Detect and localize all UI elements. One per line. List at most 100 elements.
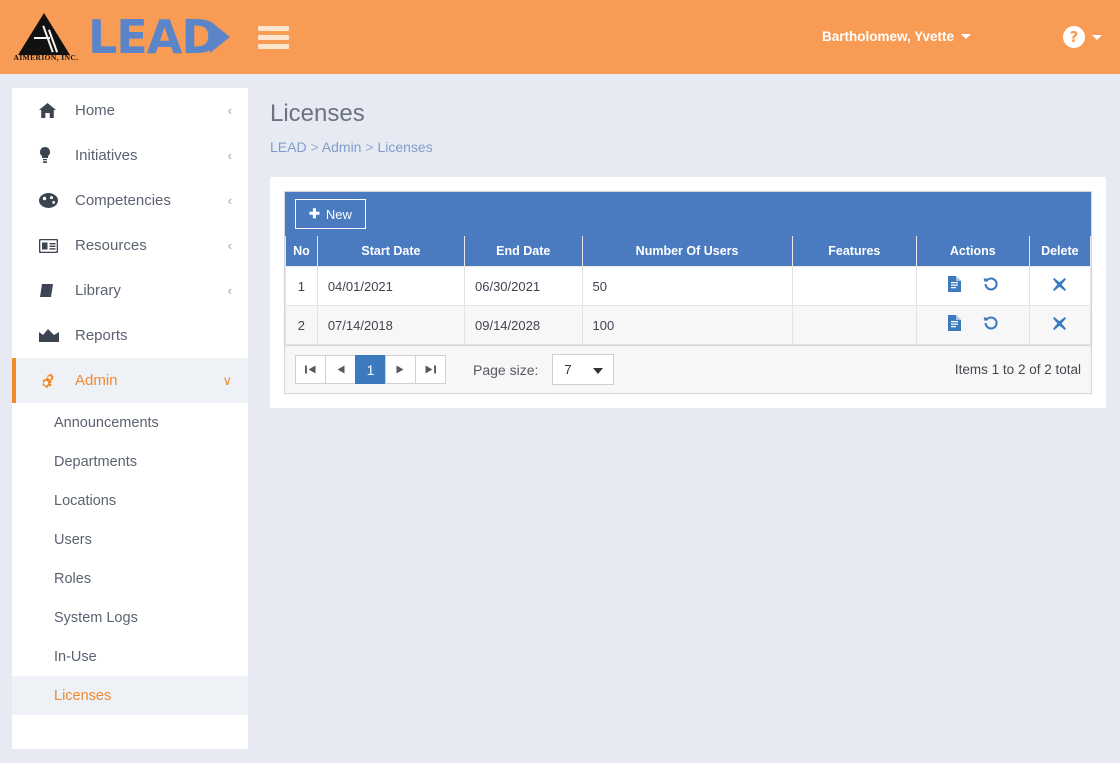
licenses-table: No Start Date End Date Number Of Users F… (285, 236, 1092, 345)
sidebar-item-reports[interactable]: Reports (12, 313, 248, 358)
history-revert-icon[interactable] (983, 276, 999, 296)
chevron-down-icon (961, 34, 971, 40)
close-x-icon[interactable] (1053, 317, 1067, 332)
cell-delete (1028, 266, 1092, 306)
file-document-icon[interactable] (947, 315, 962, 334)
user-menu[interactable]: Bartholomew, Yvette (822, 28, 971, 46)
pagination-total-label: Items 1 to 2 of 2 total (954, 362, 1081, 377)
sidebar-item-label: Reports (75, 327, 128, 344)
new-button[interactable]: ✚ New (295, 199, 366, 229)
cell-features (791, 266, 917, 306)
sidebar-subitem-label: Users (54, 531, 92, 548)
column-header-start-date[interactable]: Start Date (316, 236, 466, 267)
sidebar-subitem-departments[interactable]: Departments (12, 442, 248, 481)
page-size-select[interactable]: 7 (552, 354, 615, 385)
sidebar-item-library[interactable]: Library ‹ (12, 268, 248, 313)
sidebar-subitem-label: System Logs (54, 609, 138, 626)
sidebar-subitem-roles[interactable]: Roles (12, 559, 248, 598)
sidebar-item-admin[interactable]: Admin ∨ (12, 358, 248, 403)
first-page-button[interactable] (295, 355, 326, 384)
table-row: 1 04/01/2021 06/30/2021 50 (285, 266, 1092, 306)
sidebar-item-label: Initiatives (75, 147, 138, 164)
sidebar-item-initiatives[interactable]: Initiatives ‹ (12, 133, 248, 178)
sidebar-item-home[interactable]: Home ‹ (12, 88, 248, 133)
help-menu[interactable]: ? (1063, 26, 1102, 48)
sidebar-item-label: Competencies (75, 192, 171, 209)
sidebar-item-resources[interactable]: Resources ‹ (12, 223, 248, 268)
pagination-buttons: 1 (295, 355, 446, 384)
cell-actions (915, 266, 1030, 306)
sidebar-item-label: Resources (75, 237, 147, 254)
breadcrumb-item-lead[interactable]: LEAD (270, 139, 307, 155)
cell-features (791, 305, 917, 345)
sidebar-subitem-announcements[interactable]: Announcements (12, 403, 248, 442)
column-header-number-of-users[interactable]: Number Of Users (581, 236, 793, 267)
next-page-button[interactable] (385, 355, 416, 384)
header-right-group: Bartholomew, Yvette ? (822, 26, 1120, 48)
logo-caption: AIMERION, INC. (13, 53, 79, 62)
app-header: AIMERION, INC. LEAD Bartholomew, Yvette … (0, 0, 1120, 74)
column-header-no[interactable]: No (285, 236, 318, 267)
id-card-icon (39, 238, 65, 253)
sidebar-item-label: Admin (75, 372, 118, 389)
sidebar: Home ‹ Initiatives ‹ Competencies ‹ Reso… (12, 88, 248, 749)
chevron-down-icon: ∨ (222, 373, 232, 388)
breadcrumb-item-admin[interactable]: Admin (322, 139, 362, 155)
main-content: Licenses LEAD > Admin > Licenses ✚ New N… (248, 88, 1120, 408)
sidebar-subitem-system-logs[interactable]: System Logs (12, 598, 248, 637)
brand-logo[interactable]: AIMERION, INC. LEAD (14, 11, 230, 63)
new-button-label: New (325, 206, 352, 222)
content-card: ✚ New No Start Date End Date Number Of U… (270, 177, 1106, 408)
sidebar-subitem-label: In-Use (54, 648, 97, 665)
help-icon: ? (1063, 26, 1085, 48)
page-size-value: 7 (564, 362, 572, 377)
table-head: No Start Date End Date Number Of Users F… (285, 236, 1092, 267)
hamburger-icon[interactable] (257, 22, 289, 53)
sidebar-item-label: Home (75, 102, 116, 119)
last-page-button[interactable] (415, 355, 446, 384)
lead-wordmark: LEAD (88, 14, 230, 60)
sidebar-subitem-label: Departments (54, 453, 138, 470)
sidebar-item-competencies[interactable]: Competencies ‹ (12, 178, 248, 223)
breadcrumb-item-licenses[interactable]: Licenses (377, 139, 432, 155)
table-body: 1 04/01/2021 06/30/2021 50 2 07/14/2018 … (285, 266, 1092, 345)
book-icon (39, 283, 65, 299)
cell-start-date: 07/14/2018 (316, 305, 466, 345)
sidebar-subitem-locations[interactable]: Locations (12, 481, 248, 520)
home-icon (39, 103, 65, 118)
close-x-icon[interactable] (1053, 278, 1067, 293)
file-document-icon[interactable] (947, 276, 962, 295)
breadcrumb-separator: > (365, 139, 374, 155)
cell-actions (915, 305, 1030, 345)
page-number-button[interactable]: 1 (355, 355, 386, 384)
cell-end-date: 06/30/2021 (464, 266, 583, 306)
sidebar-subitem-licenses[interactable]: Licenses (12, 676, 248, 715)
column-header-end-date[interactable]: End Date (464, 236, 583, 267)
licenses-grid: ✚ New No Start Date End Date Number Of U… (284, 191, 1092, 345)
cell-number-of-users: 100 (581, 305, 793, 345)
sidebar-subitem-users[interactable]: Users (12, 520, 248, 559)
help-chevron-down-icon (1092, 34, 1102, 40)
chevron-left-icon: ‹ (227, 283, 232, 298)
lead-wordmark-text: LEAD (88, 10, 220, 64)
column-header-features[interactable]: Features (791, 236, 917, 267)
pagination-bar: 1 Page size: 7 Items 1 to 2 of 2 total (284, 345, 1092, 394)
history-revert-icon[interactable] (983, 315, 999, 335)
cell-delete (1028, 305, 1092, 345)
sidebar-subitem-label: Roles (54, 570, 92, 587)
column-header-actions[interactable]: Actions (915, 236, 1030, 267)
sidebar-subitem-in-use[interactable]: In-Use (12, 637, 248, 676)
breadcrumb: LEAD > Admin > Licenses (270, 139, 1120, 155)
chevron-down-icon (593, 367, 604, 374)
admin-submenu: Announcements Departments Locations User… (12, 403, 248, 715)
breadcrumb-separator: > (310, 139, 319, 155)
sidebar-subitem-label: Locations (54, 492, 117, 509)
chevron-left-icon: ‹ (227, 193, 232, 208)
column-header-delete[interactable]: Delete (1028, 236, 1092, 267)
cell-start-date: 04/01/2021 (316, 266, 466, 306)
cell-number-of-users: 50 (581, 266, 793, 306)
sidebar-subitem-label: Announcements (54, 414, 159, 431)
chevron-left-icon: ‹ (227, 148, 232, 163)
chevron-left-icon: ‹ (227, 103, 232, 118)
previous-page-button[interactable] (325, 355, 356, 384)
